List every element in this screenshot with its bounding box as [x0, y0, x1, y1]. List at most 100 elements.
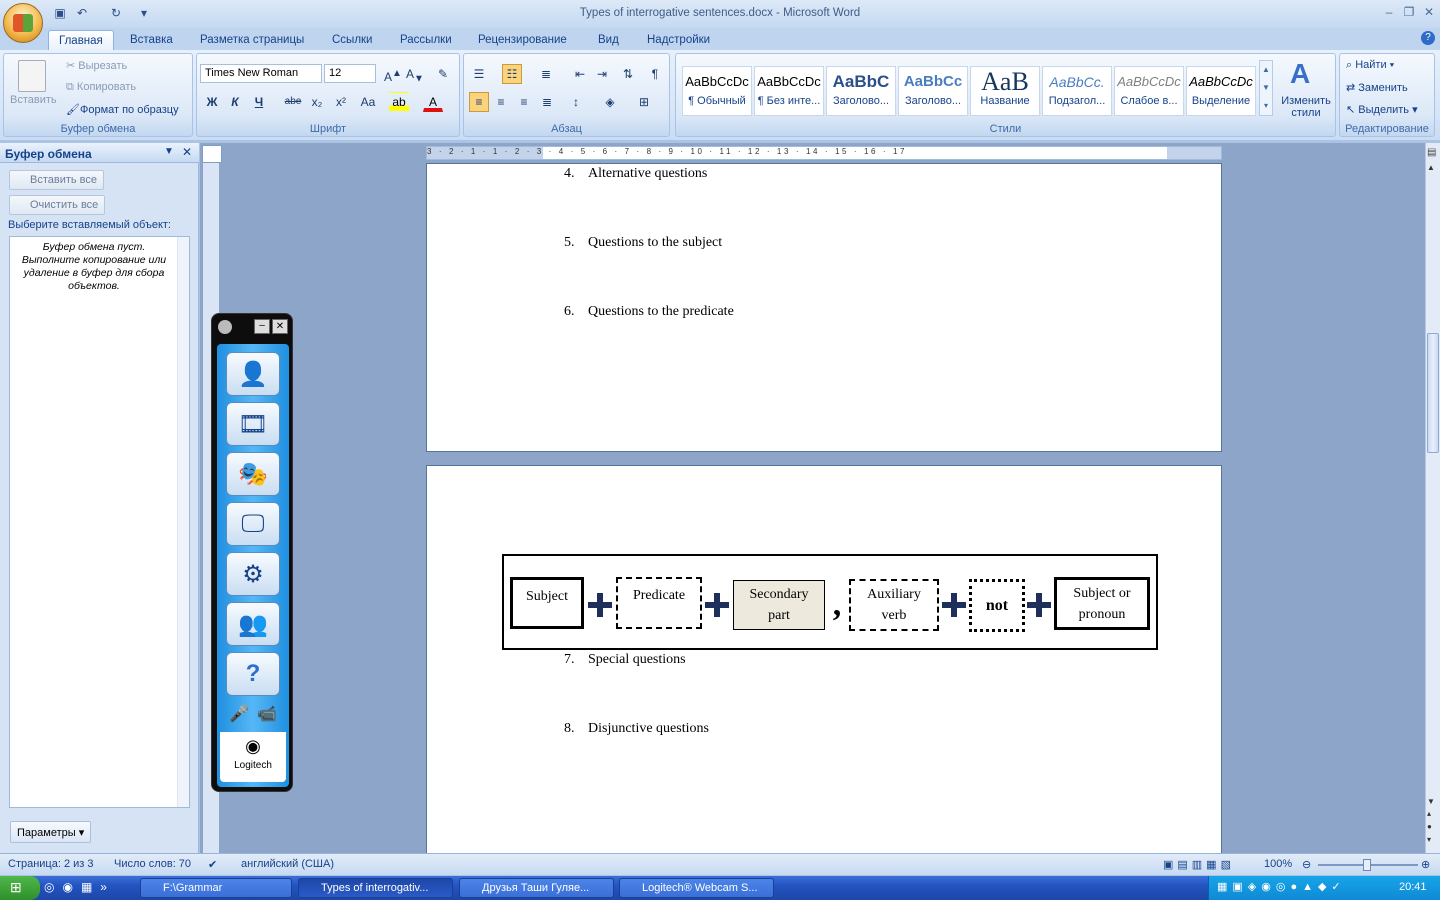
pane-close-icon[interactable]: ✕: [182, 145, 192, 159]
panel-minimize-button[interactable]: –: [254, 319, 270, 334]
vertical-scrollbar[interactable]: ▤ ▲ ▼ ▴ ● ▾: [1425, 143, 1440, 853]
font-size-field[interactable]: 12: [324, 64, 376, 83]
style-subtitle[interactable]: AaBbCc. Подзагол...: [1042, 66, 1112, 116]
paste-icon[interactable]: [18, 60, 46, 92]
taskbar-item-grammar[interactable]: F:\Grammar: [140, 878, 292, 898]
tray-icons[interactable]: ▦▣◈◉◎●▲◆✓: [1217, 880, 1346, 893]
word-count[interactable]: Число слов: 70: [114, 858, 191, 870]
tab-home[interactable]: Главная: [48, 30, 114, 50]
zoom-out-icon[interactable]: ⊖: [1302, 858, 1311, 871]
zoom-slider-thumb[interactable]: [1363, 859, 1371, 871]
restore-button[interactable]: ❐: [1398, 4, 1420, 20]
clear-all-button[interactable]: Очистить все: [9, 195, 106, 215]
borders-icon[interactable]: ⊞: [634, 92, 654, 112]
help-icon[interactable]: ?: [1421, 31, 1435, 45]
paste-all-button[interactable]: Вставить все: [9, 170, 105, 190]
line-spacing-icon[interactable]: ↕: [566, 92, 586, 112]
styles-scroll[interactable]: ▲ ▼ ▾: [1259, 60, 1273, 116]
browse-object-icon[interactable]: ●: [1427, 822, 1432, 831]
logitech-webcam-panel[interactable]: – ✕ 👤 🎞 🎭 🖵 ⚙ 👥 ? 🎤 📹 ◉ Logitech: [211, 313, 293, 792]
video-capture-icon[interactable]: 🎞: [226, 402, 280, 446]
zoom-level[interactable]: 100%: [1264, 858, 1292, 870]
clipboard-scrollbar[interactable]: [177, 237, 189, 807]
tab-review[interactable]: Рецензирование: [468, 30, 577, 50]
ruler-toggle-icon[interactable]: ▤: [1427, 147, 1439, 159]
taskbar-item-word[interactable]: Types of interrogativ...: [298, 878, 453, 898]
tab-references[interactable]: Ссылки: [322, 30, 383, 50]
shrink-font-button[interactable]: A▼: [405, 64, 425, 84]
style-title[interactable]: AaB Название: [970, 66, 1040, 116]
scroll-up-icon[interactable]: ▲: [1427, 163, 1435, 172]
style-no-spacing[interactable]: AaBbCcDc ¶ Без инте...: [754, 66, 824, 116]
help-question-icon[interactable]: ?: [226, 652, 280, 696]
panel-close-button[interactable]: ✕: [272, 319, 288, 334]
sentence-structure-diagram[interactable]: Subject Predicate Secondary part , Auxil…: [502, 554, 1158, 650]
options-button[interactable]: Параметры ▾: [10, 821, 92, 843]
screen-icon[interactable]: 🖵: [226, 502, 280, 546]
change-styles-button[interactable]: Изменить стили: [1278, 95, 1334, 119]
scroll-down-icon[interactable]: ▼: [1427, 797, 1435, 806]
bullets-icon[interactable]: ☰: [469, 64, 489, 84]
webcam-icon[interactable]: [218, 320, 232, 334]
next-page-icon[interactable]: ▾: [1427, 835, 1431, 844]
bold-button[interactable]: Ж: [202, 92, 222, 112]
microphone-icon[interactable]: 🎤: [229, 704, 251, 726]
horizontal-ruler[interactable]: 3 · 2 · 1 · 1 · 2 · 3 · 4 · 5 · 6 · 7 · …: [426, 146, 1222, 160]
align-left-icon[interactable]: ≡: [469, 92, 489, 112]
align-right-icon[interactable]: ≡: [514, 92, 534, 112]
quicklaunch-icons[interactable]: ◎◉▦»: [44, 880, 115, 894]
italic-button[interactable]: К: [225, 92, 245, 112]
tab-mailings[interactable]: Рассылки: [390, 30, 462, 50]
superscript-button[interactable]: x²: [331, 92, 351, 112]
numbering-icon[interactable]: ☷: [502, 64, 522, 84]
style-normal[interactable]: AaBbCcDc ¶ Обычный: [682, 66, 752, 116]
grow-font-button[interactable]: A▲: [383, 64, 403, 84]
replace-button[interactable]: ⇄ Заменить: [1346, 81, 1408, 94]
highlight-icon[interactable]: ab: [389, 92, 409, 112]
align-center-icon[interactable]: ≡: [491, 92, 511, 112]
style-heading2[interactable]: AaBbCc Заголово...: [898, 66, 968, 116]
tab-selector[interactable]: [202, 145, 222, 163]
page-2[interactable]: 7. Special questions 8. Disjunctive questi…: [426, 465, 1222, 855]
font-name-field[interactable]: Times New Roman: [200, 64, 322, 83]
clock[interactable]: 20:41: [1399, 881, 1427, 893]
style-subtle-emphasis[interactable]: AaBbCcDc Слабое в...: [1114, 66, 1184, 116]
redo-icon[interactable]: ↻: [108, 5, 124, 21]
zoom-in-icon[interactable]: ⊕: [1421, 858, 1430, 871]
language-indicator[interactable]: английский (США): [241, 858, 334, 870]
find-button[interactable]: ⌕ Найти ▾: [1346, 59, 1394, 72]
tab-addins[interactable]: Надстройки: [637, 30, 720, 50]
share-people-icon[interactable]: 👥: [226, 602, 280, 646]
sort-icon[interactable]: ⇅: [618, 64, 638, 84]
page-indicator[interactable]: Страница: 2 из 3: [8, 858, 94, 870]
select-button[interactable]: ↖ Выделить ▾: [1346, 103, 1418, 116]
effects-masks-icon[interactable]: 🎭: [226, 452, 280, 496]
show-marks-icon[interactable]: ¶: [645, 64, 665, 84]
pane-menu-icon[interactable]: ▼: [164, 146, 174, 157]
cut-button[interactable]: ✂ Вырезать: [66, 59, 127, 72]
clear-format-button[interactable]: ✎: [433, 64, 453, 84]
clipboard-list[interactable]: Буфер обмена пуст. Выполните копирование…: [9, 236, 190, 808]
video-camera-icon[interactable]: 📹: [257, 704, 279, 726]
style-emphasis[interactable]: AaBbCcDc Выделение: [1186, 66, 1256, 116]
avatar-icon[interactable]: 👤: [226, 352, 280, 396]
font-color-icon[interactable]: A: [423, 92, 443, 112]
close-button[interactable]: ✕: [1418, 4, 1440, 20]
subscript-button[interactable]: x₂: [307, 92, 327, 112]
multilevel-list-icon[interactable]: ≣: [536, 64, 556, 84]
start-button[interactable]: ⊞: [0, 876, 40, 900]
tab-insert[interactable]: Вставка: [120, 30, 183, 50]
taskbar-item-chrome[interactable]: Друзья Таши Гуляе...: [459, 878, 614, 898]
copy-button[interactable]: ⧉ Копировать: [66, 81, 136, 94]
settings-gears-icon[interactable]: ⚙: [226, 552, 280, 596]
previous-page-icon[interactable]: ▴: [1427, 809, 1431, 818]
view-buttons[interactable]: ▣▤▥▦▧: [1163, 858, 1235, 871]
spellcheck-icon[interactable]: ✔: [208, 858, 217, 871]
format-painter-button[interactable]: 🖌Формат по образцу: [66, 103, 179, 116]
paste-button[interactable]: Вставить: [10, 94, 57, 106]
change-case-button[interactable]: Aa: [355, 92, 381, 112]
increase-indent-icon[interactable]: ⇥: [592, 64, 612, 84]
tab-view[interactable]: Вид: [588, 30, 629, 50]
page-1[interactable]: 4. Alternative questions 5. Questions to t…: [426, 163, 1222, 452]
tab-page-layout[interactable]: Разметка страницы: [190, 30, 314, 50]
